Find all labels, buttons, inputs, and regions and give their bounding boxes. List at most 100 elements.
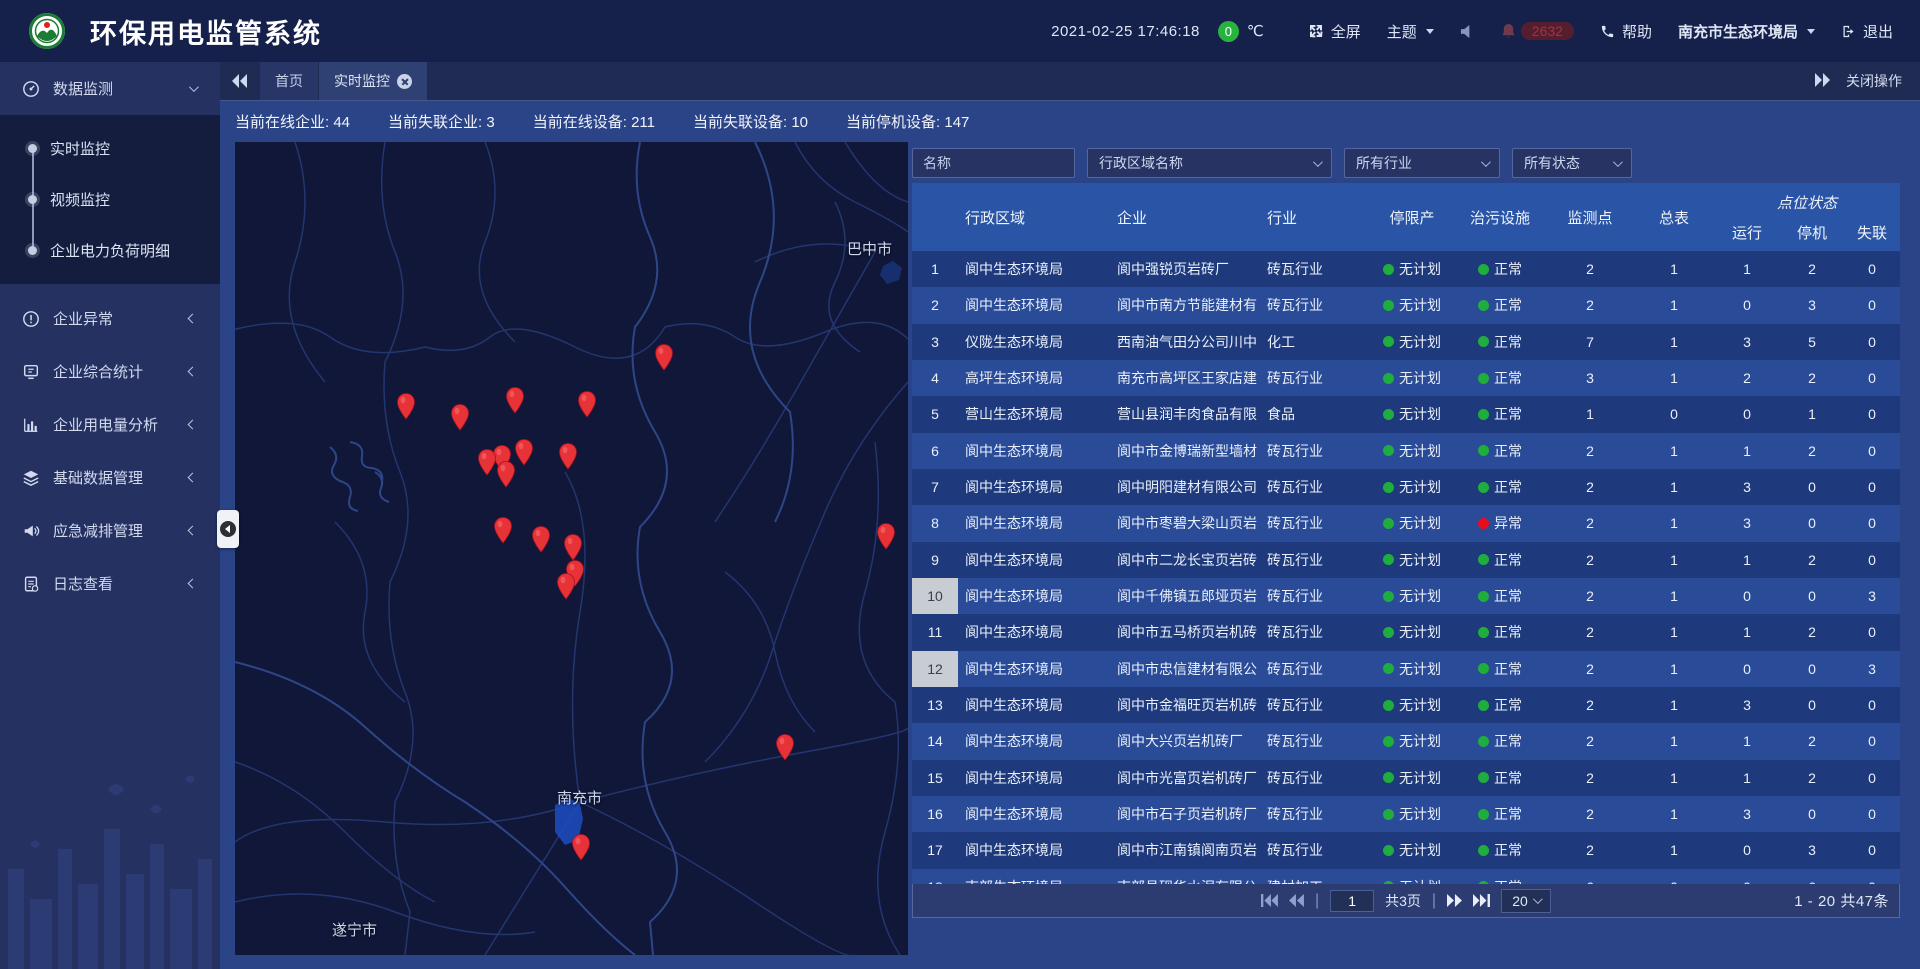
- notifications-button[interactable]: 2632: [1501, 22, 1574, 40]
- cell-region: 阆中生态环境局: [958, 731, 1110, 751]
- cell-industry: 砖瓦行业: [1260, 368, 1370, 388]
- cell-company: 阆中市石子页岩机砖厂: [1110, 804, 1260, 824]
- sidebar-item-2[interactable]: 企业异常: [0, 292, 220, 345]
- sidebar-item-5[interactable]: 基础数据管理: [0, 451, 220, 504]
- map-pin-icon[interactable]: [875, 522, 897, 550]
- pagination-page-input[interactable]: [1330, 890, 1374, 912]
- cell-meter: 0: [1634, 406, 1714, 422]
- cell-limit: 无计划: [1370, 659, 1454, 679]
- next-page-icon: [1447, 894, 1462, 907]
- table-row[interactable]: 9阆中生态环境局阆中市二龙长宝页岩砖砖瓦行业无计划正常21120: [912, 542, 1900, 578]
- fullscreen-icon: [1308, 23, 1324, 39]
- phone-icon: [1600, 24, 1615, 39]
- map-pin-icon[interactable]: [653, 343, 675, 371]
- app-title: 环保用电监管系统: [90, 12, 322, 51]
- table-row[interactable]: 10阆中生态环境局阆中千佛镇五郎垭页岩砖瓦行业无计划正常21003: [912, 578, 1900, 614]
- name-filter-input[interactable]: [912, 148, 1075, 178]
- region-filter-select[interactable]: 行政区域名称: [1087, 148, 1332, 178]
- table-row[interactable]: 8阆中生态环境局阆中市枣碧大梁山页岩砖瓦行业无计划异常21300: [912, 505, 1900, 541]
- cell-facility-text: 正常: [1494, 768, 1522, 788]
- cell-limit: 无计划: [1370, 404, 1454, 424]
- cell-monitor: 2: [1546, 443, 1634, 459]
- sidebar-item-4[interactable]: 企业用电量分析: [0, 398, 220, 451]
- map-pin-icon[interactable]: [495, 460, 517, 488]
- cell-facility: 正常: [1454, 332, 1546, 352]
- table-row[interactable]: 6阆中生态环境局阆中市金博瑞新型墙材砖瓦行业无计划正常21120: [912, 433, 1900, 469]
- stat-label: 当前停机设备:: [846, 114, 944, 131]
- page-size-select[interactable]: 20: [1501, 889, 1551, 913]
- cell-run: 3: [1714, 697, 1780, 713]
- table-row[interactable]: 16阆中生态环境局阆中市石子页岩机砖厂砖瓦行业无计划正常21300: [912, 796, 1900, 832]
- sidebar-subitem-2[interactable]: 视频监控: [0, 174, 220, 225]
- help-button[interactable]: 帮助: [1600, 21, 1652, 42]
- map-pin-icon[interactable]: [557, 442, 579, 470]
- table-row[interactable]: 18南部生态环境局南部县砚华水泥有限公建材加工无计划正常60060: [912, 869, 1900, 884]
- pagination-first-button[interactable]: [1261, 894, 1278, 907]
- table-row[interactable]: 14阆中生态环境局阆中大兴页岩机砖厂砖瓦行业无计划正常21120: [912, 723, 1900, 759]
- table-row[interactable]: 11阆中生态环境局阆中市五马桥页岩机砖砖瓦行业无计划正常21120: [912, 614, 1900, 650]
- cell-limit: 无计划: [1370, 441, 1454, 461]
- map-pin-icon[interactable]: [449, 403, 471, 431]
- close-operations-button[interactable]: 关闭操作: [1846, 71, 1902, 91]
- sidebar-item-3[interactable]: 企业综合统计: [0, 345, 220, 398]
- table-row[interactable]: 12阆中生态环境局阆中市忠信建材有限公砖瓦行业无计划正常21003: [912, 651, 1900, 687]
- status-filter-select[interactable]: 所有状态: [1512, 148, 1632, 178]
- map-pin-icon[interactable]: [570, 833, 592, 861]
- sidebar-subitem-3[interactable]: 企业电力负荷明细: [0, 225, 220, 276]
- cell-run: 0: [1714, 297, 1780, 313]
- map-pin-icon[interactable]: [395, 392, 417, 420]
- table-row[interactable]: 15阆中生态环境局阆中市光富页岩机砖厂砖瓦行业无计划正常21120: [912, 760, 1900, 796]
- cell-stop: 3: [1780, 842, 1844, 858]
- industry-filter-select[interactable]: 所有行业: [1344, 148, 1500, 178]
- row-index: 18: [912, 869, 958, 884]
- status-dot-green: [1478, 264, 1489, 275]
- cell-lost: 0: [1844, 770, 1900, 786]
- cell-limit: 无计划: [1370, 586, 1454, 606]
- map[interactable]: 巴中市南充市遂宁市: [235, 142, 908, 955]
- mute-button[interactable]: [1460, 24, 1475, 39]
- cell-lost: 0: [1844, 479, 1900, 495]
- tab-1[interactable]: 首页: [260, 62, 318, 100]
- tab-2[interactable]: 实时监控: [319, 62, 427, 100]
- pagination-last-button[interactable]: [1473, 894, 1490, 907]
- sidebar-item-6[interactable]: 应急减排管理: [0, 504, 220, 557]
- cell-company: 阆中市光富页岩机砖厂: [1110, 768, 1260, 788]
- pagination-prev-button[interactable]: [1289, 894, 1304, 907]
- tabs-scroll-left-button[interactable]: [220, 62, 260, 100]
- map-pin-icon[interactable]: [774, 733, 796, 761]
- tab-bar: 首页实时监控 关闭操作: [220, 62, 1920, 101]
- table-row[interactable]: 1阆中生态环境局阆中强锐页岩砖厂砖瓦行业无计划正常21120: [912, 251, 1900, 287]
- tabs-scroll-right-button[interactable]: [1814, 73, 1830, 90]
- status-dot-green: [1478, 845, 1489, 856]
- map-pin-icon[interactable]: [504, 386, 526, 414]
- table-header-subcol-3: 失联: [1844, 222, 1900, 243]
- cell-company: 阆中市五马桥页岩机砖: [1110, 622, 1260, 642]
- sidebar-item-7[interactable]: 日志查看: [0, 557, 220, 610]
- map-pin-icon[interactable]: [492, 516, 514, 544]
- table-row[interactable]: 4高坪生态环境局南充市高坪区王家店建砖瓦行业无计划正常31220: [912, 360, 1900, 396]
- table-row[interactable]: 3仪陇生态环境局西南油气田分公司川中化工无计划正常71350: [912, 324, 1900, 360]
- fullscreen-button[interactable]: 全屏: [1308, 21, 1361, 42]
- pagination-next-button[interactable]: [1447, 894, 1462, 907]
- map-pin-icon[interactable]: [562, 533, 584, 561]
- sidebar-subitem-1[interactable]: 实时监控: [0, 123, 220, 174]
- map-pin-icon[interactable]: [555, 572, 577, 600]
- sidebar-item-1[interactable]: 数据监测: [0, 62, 220, 115]
- table-row[interactable]: 5营山生态环境局营山县润丰肉食品有限食品无计划正常10010: [912, 396, 1900, 432]
- map-pin-icon[interactable]: [576, 390, 598, 418]
- map-pin-icon[interactable]: [530, 525, 552, 553]
- stat-label: 当前在线企业:: [235, 114, 333, 131]
- stats-bar: 当前在线企业: 44当前失联企业: 3当前在线设备: 211当前失联设备: 10…: [235, 101, 1920, 142]
- logout-button[interactable]: 退出: [1841, 21, 1893, 42]
- cell-facility: 正常: [1454, 622, 1546, 642]
- theme-dropdown[interactable]: 主题: [1387, 21, 1434, 42]
- org-dropdown[interactable]: 南充市生态环境局: [1678, 21, 1815, 42]
- table-row[interactable]: 13阆中生态环境局阆中市金福旺页岩机砖砖瓦行业无计划正常21300: [912, 687, 1900, 723]
- row-index: 7: [912, 469, 958, 505]
- sidebar-collapse-handle[interactable]: [217, 510, 239, 548]
- tab-close-icon[interactable]: [397, 74, 412, 89]
- table-row[interactable]: 2阆中生态环境局阆中市南方节能建材有砖瓦行业无计划正常21030: [912, 287, 1900, 323]
- table-row[interactable]: 7阆中生态环境局阆中明阳建材有限公司砖瓦行业无计划正常21300: [912, 469, 1900, 505]
- cell-facility: 正常: [1454, 295, 1546, 315]
- table-row[interactable]: 17阆中生态环境局阆中市江南镇阆南页岩砖瓦行业无计划正常21030: [912, 832, 1900, 868]
